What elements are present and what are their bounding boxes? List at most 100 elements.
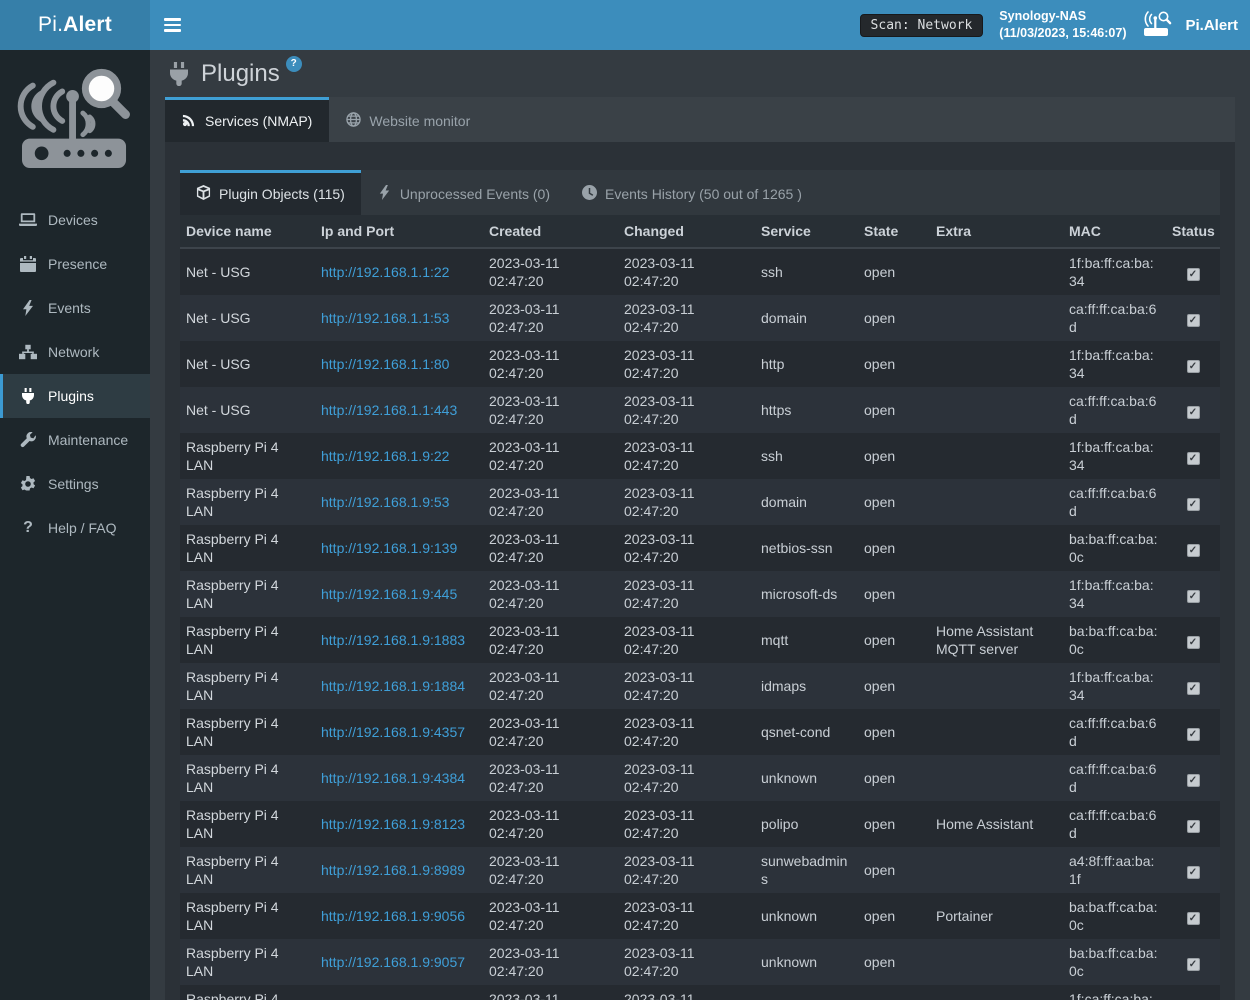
ip-port-link[interactable]: http://192.168.1.1:80 <box>321 356 449 372</box>
created-cell: 2023-03-11 02:47:20 <box>483 525 618 571</box>
status-checkbox[interactable]: ✓ <box>1187 774 1200 787</box>
sidebar-item-maintenance[interactable]: Maintenance <box>0 418 150 462</box>
state-cell: open <box>858 801 930 847</box>
question-icon: ? <box>18 520 38 537</box>
mac-cell: 1f:ca:ff:ca:ba:5b <box>1063 985 1166 1000</box>
mac-cell: ba:ba:ff:ca:ba:0c <box>1063 893 1166 939</box>
status-checkbox[interactable]: ✓ <box>1187 360 1200 373</box>
sidebar-item-devices[interactable]: Devices <box>0 198 150 242</box>
ip-port-link[interactable]: http://192.168.1.9:9056 <box>321 908 465 924</box>
status-checkbox[interactable]: ✓ <box>1187 314 1200 327</box>
sidebar-item-help-faq[interactable]: ?Help / FAQ <box>0 506 150 550</box>
clock-icon <box>582 185 597 203</box>
hamburger-icon <box>164 18 181 21</box>
changed-cell: 2023-03-11 02:47:20 <box>618 755 755 801</box>
sidebar-toggle-button[interactable] <box>150 0 194 50</box>
created-cell: 2023-03-11 02:47:20 <box>483 801 618 847</box>
subtab-plugin-objects-115[interactable]: Plugin Objects (115) <box>180 170 361 215</box>
service-cell: http <box>755 341 858 387</box>
brand-logo[interactable]: Pi.Alert <box>0 0 150 50</box>
sidebar: DevicesPresenceEventsNetwork Plugins Maint… <box>0 50 150 1000</box>
subtab-unprocessed-events-0[interactable]: Unprocessed Events (0) <box>361 170 566 215</box>
changed-cell: 2023-03-11 02:47:20 <box>618 248 755 295</box>
status-cell: ✓ <box>1166 755 1220 801</box>
status-checkbox[interactable]: ✓ <box>1187 958 1200 971</box>
plugin-objects-tbody: Net - USG http://192.168.1.1:22 2023-03-11… <box>180 248 1220 1000</box>
status-cell: ✓ <box>1166 295 1220 341</box>
ip-port-link[interactable]: http://192.168.1.9:4357 <box>321 724 465 740</box>
table-row: Raspberry Pi 4 LANhttp://192.168.1.9:188… <box>180 617 1220 663</box>
status-checkbox[interactable]: ✓ <box>1187 498 1200 511</box>
status-checkbox[interactable]: ✓ <box>1187 682 1200 695</box>
ip-port-link[interactable]: http://192.168.1.1:53 <box>321 310 449 326</box>
tab-services-nmap[interactable]: Services (NMAP) <box>165 97 329 142</box>
gear-icon <box>18 476 38 493</box>
status-cell: ✓ <box>1166 571 1220 617</box>
mac-cell: 1f:ba:ff:ca:ba:34 <box>1063 571 1166 617</box>
extra-cell <box>930 847 1063 893</box>
ip-port-link[interactable]: http://192.168.1.9:22 <box>321 448 449 464</box>
device-name-cell: Raspberry Pi 4 LAN <box>180 525 315 571</box>
created-cell: 2023-03-11 02:47:20 <box>483 387 618 433</box>
ip-port-cell: http://192.168.1.9:8989 <box>315 847 483 893</box>
sidebar-item-settings[interactable]: Settings <box>0 462 150 506</box>
ip-port-cell: http://192.168.1.1:22 <box>315 248 483 295</box>
device-name-cell: Raspberry Pi 4 LAN <box>180 985 315 1000</box>
sidebar-item-events[interactable]: Events <box>0 286 150 330</box>
sidebar-item-label: Plugins <box>48 388 94 404</box>
table-row: Raspberry Pi 4 LANhttp://192.168.1.9:435… <box>180 709 1220 755</box>
ip-port-link[interactable]: http://192.168.1.9:139 <box>321 540 457 556</box>
extra-cell <box>930 479 1063 525</box>
ip-port-link[interactable]: http://192.168.1.9:8123 <box>321 816 465 832</box>
changed-cell: 2023-03-11 02:47:20 <box>618 939 755 985</box>
status-checkbox[interactable]: ✓ <box>1187 912 1200 925</box>
status-checkbox[interactable]: ✓ <box>1187 406 1200 419</box>
service-cell: https <box>755 387 858 433</box>
status-checkbox[interactable]: ✓ <box>1187 452 1200 465</box>
service-cell: mqtt <box>755 617 858 663</box>
mac-cell: 1f:ba:ff:ca:ba:34 <box>1063 341 1166 387</box>
status-checkbox[interactable]: ✓ <box>1187 544 1200 557</box>
tab-website-monitor[interactable]: Website monitor <box>329 97 487 142</box>
ip-port-link[interactable]: http://192.168.1.1:443 <box>321 402 457 418</box>
subtab-events-history-50-out-of-1265[interactable]: Events History (50 out of 1265 ) <box>566 170 818 215</box>
changed-cell: 2023-03-11 02:47:20 <box>618 847 755 893</box>
status-cell: ✓ <box>1166 985 1220 1000</box>
ip-port-link[interactable]: http://192.168.1.9:9057 <box>321 954 465 970</box>
sidebar-item-network[interactable]: Network <box>0 330 150 374</box>
ip-port-link[interactable]: http://192.168.1.9:53 <box>321 494 449 510</box>
state-cell: open <box>858 847 930 893</box>
status-checkbox[interactable]: ✓ <box>1187 820 1200 833</box>
service-cell: unknown <box>755 939 858 985</box>
changed-cell: 2023-03-11 02:47:20 <box>618 295 755 341</box>
ip-port-link[interactable]: http://192.168.1.9:8989 <box>321 862 465 878</box>
extra-cell <box>930 939 1063 985</box>
device-name-cell: Raspberry Pi 4 LAN <box>180 479 315 525</box>
column-header-ip-and-port: Ip and Port <box>315 215 483 248</box>
plug-icon <box>167 62 191 86</box>
status-checkbox[interactable]: ✓ <box>1187 590 1200 603</box>
ip-port-link[interactable]: http://192.168.1.9:445 <box>321 586 457 602</box>
content-area: Plugins ? Services (NMAP)Website monitor… <box>150 50 1250 1000</box>
status-checkbox[interactable]: ✓ <box>1187 268 1200 281</box>
ip-port-link[interactable]: http://192.168.1.9:1883 <box>321 632 465 648</box>
state-cell: open <box>858 341 930 387</box>
ip-port-link[interactable]: http://192.168.1.9:1884 <box>321 678 465 694</box>
mac-cell: a4:8f:ff:aa:ba:1f <box>1063 847 1166 893</box>
help-badge[interactable]: ? <box>286 56 302 72</box>
calendar-icon <box>18 256 38 273</box>
device-name-cell: Raspberry Pi 4 LAN <box>180 847 315 893</box>
ip-port-link[interactable]: http://192.168.1.9:4384 <box>321 770 465 786</box>
status-checkbox[interactable]: ✓ <box>1187 728 1200 741</box>
status-cell: ✓ <box>1166 248 1220 295</box>
sidebar-item-plugins[interactable]: Plugins <box>0 374 150 418</box>
sidebar-logo <box>0 50 150 180</box>
device-name-cell: Raspberry Pi 4 LAN <box>180 801 315 847</box>
ip-port-link[interactable]: http://192.168.1.1:22 <box>321 264 449 280</box>
service-cell: ssh <box>755 248 858 295</box>
status-checkbox[interactable]: ✓ <box>1187 636 1200 649</box>
status-checkbox[interactable]: ✓ <box>1187 866 1200 879</box>
created-cell: 2023-03-11 02:47:20 <box>483 617 618 663</box>
device-name-cell: Net - USG <box>180 248 315 295</box>
sidebar-item-presence[interactable]: Presence <box>0 242 150 286</box>
